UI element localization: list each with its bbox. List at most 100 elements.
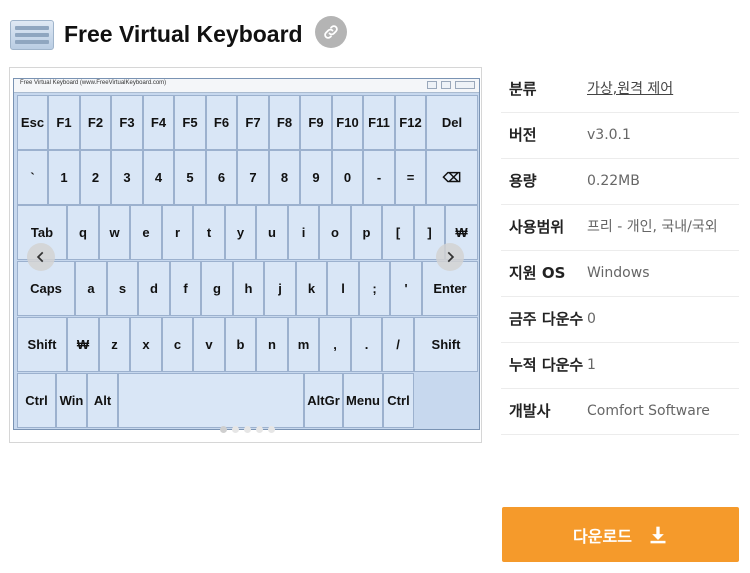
keyboard-key: w <box>99 205 130 260</box>
keyboard-key: ⌫ <box>426 150 478 205</box>
keyboard-key: h <box>233 261 264 316</box>
keyboard-key: ' <box>390 261 422 316</box>
keyboard-key: o <box>319 205 351 260</box>
keyboard-key: F2 <box>80 95 111 150</box>
keyboard-key: ₩ <box>67 317 99 372</box>
keyboard-key: m <box>288 317 319 372</box>
info-row: 용량 0.22MB <box>501 159 739 205</box>
info-row: 금주 다운수 0 <box>501 297 739 343</box>
keyboard-key: 3 <box>111 150 143 205</box>
keyboard-key: = <box>395 150 426 205</box>
info-row: 지원 OS Windows <box>501 251 739 297</box>
carousel-dot[interactable] <box>232 426 239 433</box>
keyboard-key: u <box>256 205 288 260</box>
carousel-dots <box>220 426 275 433</box>
keyboard-key: F8 <box>269 95 300 150</box>
keyboard-key: Win <box>56 373 87 428</box>
keyboard-row: Ctrl Win Alt AltGr Menu Ctrl <box>17 373 476 428</box>
screenshot-window-title: Free Virtual Keyboard (www.FreeVirtualKe… <box>20 80 167 86</box>
keyboard-key: 5 <box>174 150 206 205</box>
keyboard-key: a <box>75 261 107 316</box>
virtual-keyboard-screenshot: Free Virtual Keyboard (www.FreeVirtualKe… <box>13 78 480 430</box>
keyboard-row: Shift ₩ z x c v b n m,. / Shift <box>17 317 478 372</box>
keyboard-key: x <box>130 317 162 372</box>
info-value: v3.0.1 <box>587 127 631 143</box>
info-key: 개발사 <box>509 402 551 420</box>
keyboard-app-icon <box>8 14 56 54</box>
info-key: 지원 OS <box>509 264 566 282</box>
keyboard-key: d <box>138 261 170 316</box>
keyboard-row: Tab q w e r t y u i o p[] ₩ <box>17 205 478 260</box>
info-key: 버전 <box>509 126 537 144</box>
keyboard-key: Ctrl <box>383 373 414 428</box>
keyboard-key: t <box>193 205 225 260</box>
keyboard-key: F7 <box>237 95 269 150</box>
keyboard-key: r <box>162 205 193 260</box>
next-slide-button[interactable] <box>436 243 464 271</box>
keyboard-row: ` 1 2 3 4 5 6 7 8 9 0- = ⌫ <box>17 150 478 205</box>
carousel-dot[interactable] <box>220 426 227 433</box>
keyboard-row: Esc F1 F2 F3 F4 F5 F6 F7 F8 F9 F10 F11 F12 Del <box>17 95 478 150</box>
keyboard-key: z <box>99 317 130 372</box>
keyboard-key: b <box>225 317 256 372</box>
keyboard-key: Menu <box>343 373 383 428</box>
keyboard-key: c <box>162 317 193 372</box>
keyboard-key: 2 <box>80 150 111 205</box>
info-value: 1 <box>587 357 596 373</box>
minimize-icon <box>427 81 437 89</box>
keyboard-key: i <box>288 205 319 260</box>
info-row: 누적 다운수 1 <box>501 343 739 389</box>
previous-slide-button[interactable] <box>27 243 55 271</box>
info-row: 분류 가상,원격 제어 <box>501 67 739 113</box>
screenshot-carousel[interactable]: Free Virtual Keyboard (www.FreeVirtualKe… <box>9 67 482 443</box>
keyboard-key: 1 <box>48 150 80 205</box>
keyboard-key: , <box>319 317 351 372</box>
download-label: 다운로드 <box>573 526 632 546</box>
page-title: Free Virtual Keyboard <box>64 20 303 47</box>
keyboard-key: n <box>256 317 288 372</box>
info-key: 용량 <box>509 172 537 190</box>
info-key: 금주 다운수 <box>509 310 584 328</box>
keyboard-key: F3 <box>111 95 143 150</box>
keyboard-key: ; <box>359 261 390 316</box>
keyboard-key: l <box>327 261 359 316</box>
keyboard-key: 8 <box>269 150 300 205</box>
software-info-table: 분류 가상,원격 제어버전 v3.0.1 용량 0.22MB 사용범위 프리 - 개인, 국… <box>501 67 739 435</box>
keyboard-key: Alt <box>87 373 118 428</box>
keyboard-key: Ctrl <box>17 373 56 428</box>
keyboard-key: AltGr <box>304 373 343 428</box>
carousel-dot[interactable] <box>244 426 251 433</box>
keyboard-key: ` <box>17 150 48 205</box>
keyboard-key: p <box>351 205 382 260</box>
keyboard-key: Shift <box>414 317 478 372</box>
carousel-dot[interactable] <box>268 426 275 433</box>
info-row: 버전 v3.0.1 <box>501 113 739 159</box>
keyboard-key: F10 <box>332 95 363 150</box>
keyboard-key: Del <box>426 95 478 150</box>
info-value: 프리 - 개인, 국내/국외 <box>587 219 718 235</box>
close-icon <box>455 81 475 89</box>
info-row: 사용범위 프리 - 개인, 국내/국외 <box>501 205 739 251</box>
keyboard-key: - <box>363 150 395 205</box>
category-link[interactable]: 가상,원격 제어 <box>587 78 739 101</box>
keyboard-key: / <box>382 317 414 372</box>
keyboard-key: F9 <box>300 95 332 150</box>
keyboard-key: y <box>225 205 256 260</box>
link-icon <box>324 25 338 39</box>
info-key: 누적 다운수 <box>509 356 584 374</box>
keyboard-key-space <box>118 373 304 428</box>
download-button[interactable]: 다운로드 <box>502 507 739 562</box>
keyboard-key: j <box>264 261 296 316</box>
keyboard-key: g <box>201 261 233 316</box>
info-value: 0.22MB <box>587 173 640 189</box>
keyboard-key: v <box>193 317 225 372</box>
screenshot-titlebar: Free Virtual Keyboard (www.FreeVirtualKe… <box>14 79 479 93</box>
copy-link-button[interactable] <box>315 16 347 48</box>
carousel-dot[interactable] <box>256 426 263 433</box>
info-value: 0 <box>587 311 596 327</box>
keyboard-key: [ <box>382 205 414 260</box>
download-icon <box>650 526 666 543</box>
keyboard-key: q <box>67 205 99 260</box>
info-value: Comfort Software <box>587 403 710 419</box>
keyboard-key: F11 <box>363 95 395 150</box>
